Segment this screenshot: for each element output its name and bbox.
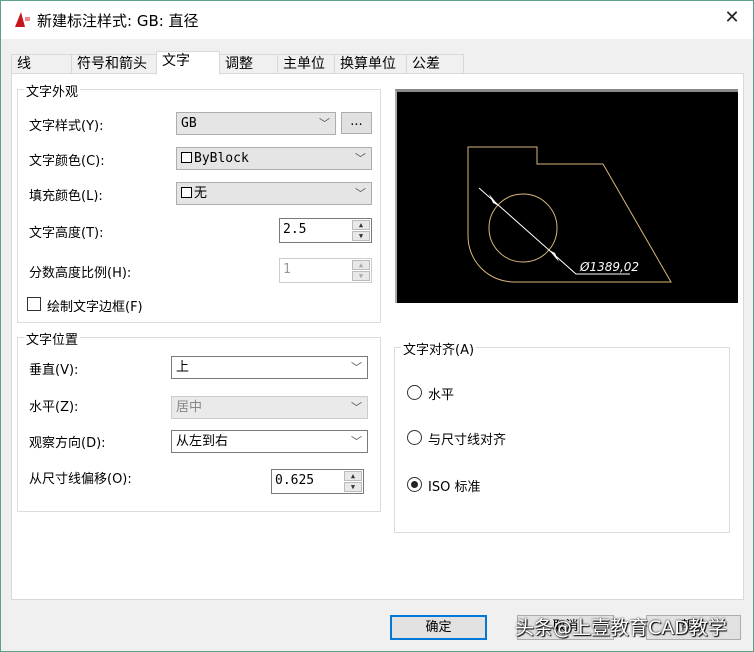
group-title: 文字外观 [24, 81, 81, 100]
fraction-scale-label: 分数高度比例(H): [29, 266, 132, 281]
fill-color-select[interactable]: 无 ﹀ [176, 182, 372, 205]
text-style-label: 文字样式(Y): [29, 119, 104, 134]
chevron-down-icon: ﹀ [351, 435, 362, 448]
preview-circle [488, 193, 558, 263]
group-title: 文字对齐(A) [401, 339, 477, 358]
offset-spinner[interactable]: 0.625 ▲ ▼ [271, 469, 364, 494]
tab-primary-units[interactable]: 主单位 [277, 54, 335, 74]
draw-frame-checkbox[interactable] [27, 297, 41, 311]
align-horizontal-radio[interactable] [407, 385, 422, 400]
chevron-down-icon: ﹀ [319, 117, 330, 130]
horizontal-select[interactable]: 居中 ﹀ [171, 396, 368, 419]
group-title: 文字位置 [24, 329, 81, 348]
preview-panel: Ø1389,02 [395, 89, 738, 303]
align-iso-radio[interactable] [407, 477, 422, 492]
text-color-select[interactable]: ByBlock ﹀ [176, 147, 372, 170]
chevron-down-icon: ﹀ [351, 361, 362, 374]
view-direction-select[interactable]: 从左到右 ﹀ [171, 430, 368, 453]
align-with-dimline-radio[interactable] [407, 430, 422, 445]
selected-value: 居中 [176, 400, 203, 415]
tab-alternate-units[interactable]: 换算单位 [334, 54, 407, 74]
text-height-spinner[interactable]: 2.5 ▲ ▼ [279, 218, 372, 243]
text-height-label: 文字高度(T): [29, 226, 104, 241]
ok-button[interactable]: 确定 [390, 615, 487, 640]
spinner-value: 1 [283, 262, 291, 277]
selected-value: GB [181, 116, 197, 131]
align-horizontal-label: 水平 [428, 388, 455, 403]
spin-up-icon[interactable]: ▲ [352, 220, 370, 230]
text-style-select[interactable]: GB ﹀ [176, 112, 336, 135]
tab-tolerances[interactable]: 公差 [406, 54, 464, 74]
title-bar: 新建标注样式: GB: 直径 ✕ [1, 1, 753, 39]
spin-down-icon[interactable]: ▼ [352, 231, 370, 241]
autocad-app-icon [15, 12, 30, 27]
spinner-value: 0.625 [275, 473, 315, 488]
dimension-preview-drawing: Ø1389,02 [467, 146, 672, 283]
chevron-down-icon: ﹀ [351, 401, 362, 414]
horizontal-label: 水平(Z): [29, 400, 79, 415]
align-with-dimline-label: 与尺寸线对齐 [428, 433, 507, 448]
text-style-browse-button[interactable]: ... [341, 112, 372, 134]
spin-down-icon[interactable]: ▼ [352, 271, 370, 281]
close-button[interactable]: ✕ [719, 7, 745, 28]
vertical-label: 垂直(V): [29, 363, 79, 378]
watermark: 头条@上壹教育CAD教学 [515, 617, 727, 639]
chevron-down-icon: ﹀ [355, 187, 366, 200]
spinner-value: 2.5 [283, 222, 307, 237]
offset-label: 从尺寸线偏移(O): [29, 472, 132, 487]
tab-fit[interactable]: 调整 [219, 54, 278, 74]
spin-up-icon[interactable]: ▲ [352, 260, 370, 270]
fill-color-label: 填充颜色(L): [29, 189, 103, 204]
selected-value: 上 [176, 360, 190, 375]
selected-value: ByBlock [194, 151, 249, 166]
chevron-down-icon: ﹀ [355, 152, 366, 165]
draw-frame-label: 绘制文字边框(F) [47, 300, 143, 315]
color-swatch-icon [181, 187, 192, 198]
window-title: 新建标注样式: GB: 直径 [37, 12, 199, 30]
view-direction-label: 观察方向(D): [29, 436, 106, 451]
vertical-select[interactable]: 上 ﹀ [171, 356, 368, 379]
tab-text[interactable]: 文字 [156, 51, 220, 75]
selected-value: 从左到右 [176, 434, 229, 449]
spin-down-icon[interactable]: ▼ [344, 482, 362, 492]
tab-lines[interactable]: 线 [11, 54, 72, 74]
selected-value: 无 [194, 186, 208, 201]
color-swatch-icon [181, 152, 192, 163]
dimension-text: Ø1389,02 [579, 260, 639, 274]
preview-outline [467, 146, 672, 283]
tab-symbols-arrows[interactable]: 符号和箭头 [71, 54, 157, 74]
align-iso-label: ISO 标准 [428, 480, 481, 495]
spin-up-icon[interactable]: ▲ [344, 471, 362, 481]
text-color-label: 文字颜色(C): [29, 154, 105, 169]
fraction-scale-spinner[interactable]: 1 ▲ ▼ [279, 258, 372, 283]
